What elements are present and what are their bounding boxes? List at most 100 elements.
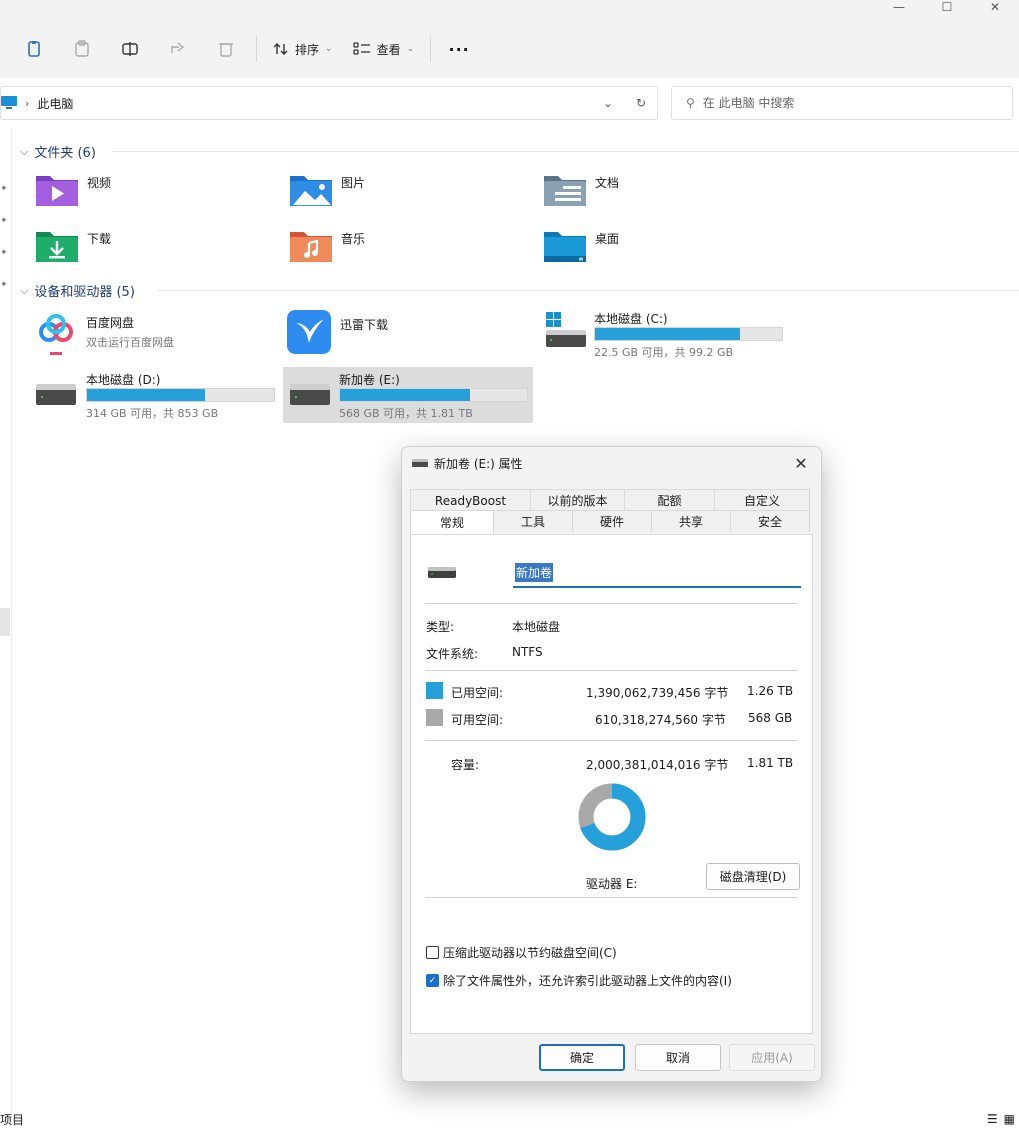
- tab-previous-versions[interactable]: 以前的版本: [530, 489, 625, 511]
- sort-button[interactable]: 排序 ⌄: [263, 33, 343, 65]
- usage-fill: [87, 389, 206, 401]
- index-contents-label: 除了文件属性外，还允许索引此驱动器上文件的内容(I): [443, 974, 732, 988]
- dialog-close-button[interactable]: ✕: [787, 449, 815, 477]
- folder-desktop[interactable]: 桌面: [543, 228, 619, 264]
- share-icon: [171, 42, 185, 53]
- copy-icon: [28, 41, 40, 57]
- breadcrumb[interactable]: 此电脑: [37, 95, 73, 112]
- paste-icon: [75, 40, 89, 57]
- toolbar-divider: [256, 36, 257, 62]
- share-button[interactable]: [154, 33, 202, 65]
- search-input[interactable]: [702, 96, 983, 110]
- copy-button[interactable]: [10, 33, 58, 65]
- properties-dialog: 新加卷 (E:) 属性 ✕ ReadyBoost 以前的版本 配额 自定义 常规…: [401, 446, 822, 1082]
- pin-icon: ✦: [0, 248, 8, 258]
- folder-downloads[interactable]: 下载: [35, 228, 111, 264]
- tab-readyboost[interactable]: ReadyBoost: [410, 489, 531, 511]
- rename-icon: [122, 42, 138, 56]
- used-space-bytes: 1,390,062,739,456 字节: [586, 686, 729, 700]
- pin-icon: ✦: [0, 184, 8, 194]
- drive-baidu-netdisk[interactable]: 百度网盘 双击运行百度网盘: [30, 310, 280, 366]
- tab-quota[interactable]: 配额: [624, 489, 715, 511]
- music-folder-icon: [290, 232, 332, 262]
- drive-d[interactable]: 本地磁盘 (D:) 314 GB 可用，共 853 GB: [30, 367, 280, 423]
- folder-music[interactable]: 音乐: [289, 228, 365, 264]
- tab-tools[interactable]: 工具: [493, 510, 573, 532]
- status-bar: 项目 ☰ ▦: [0, 1108, 1019, 1130]
- filesystem-label: 文件系统:: [426, 647, 479, 661]
- maximize-button[interactable]: ☐: [923, 0, 971, 14]
- minimize-button[interactable]: —: [875, 0, 923, 14]
- delete-button[interactable]: [202, 33, 250, 65]
- pin-icon: ✦: [0, 216, 8, 226]
- address-bar[interactable]: › 此电脑 ⌄ ↻: [0, 86, 658, 120]
- chevron-down-icon: ⌵: [20, 283, 29, 297]
- drive-c[interactable]: 本地磁盘 (C:) 22.5 GB 可用，共 99.2 GB: [538, 306, 788, 362]
- folder-label: 音乐: [341, 232, 366, 246]
- drive-subtitle: 314 GB 可用，共 853 GB: [86, 407, 219, 420]
- volume-name-input[interactable]: 新加卷: [513, 558, 801, 588]
- drive-icon: [36, 384, 76, 405]
- drive-letter-label: 驱动器 E:: [586, 877, 638, 891]
- usage-fill: [340, 389, 470, 401]
- tab-general[interactable]: 常规: [410, 510, 494, 534]
- folder-label: 文档: [595, 176, 620, 190]
- apply-button[interactable]: 应用(A): [729, 1044, 815, 1071]
- navigation-pane: ✦ ✦ ✦ ✦: [0, 128, 12, 1118]
- folder-documents[interactable]: 文档: [543, 172, 619, 208]
- chevron-right-icon: ›: [25, 96, 30, 110]
- tab-customize[interactable]: 自定义: [714, 489, 810, 511]
- pin-icon: ✦: [0, 280, 8, 290]
- free-space-label: 可用空间:: [451, 713, 504, 727]
- capacity-size: 1.81 TB: [747, 756, 794, 770]
- volume-name-text: 新加卷: [515, 562, 554, 582]
- drive-name: 百度网盘: [86, 316, 135, 330]
- tiles-view-icon[interactable]: ▦: [1004, 1112, 1015, 1126]
- rename-button[interactable]: [106, 33, 154, 65]
- tab-hardware[interactable]: 硬件: [572, 510, 652, 532]
- folder-pictures[interactable]: 图片: [289, 172, 365, 208]
- paste-button[interactable]: [58, 33, 106, 65]
- folder-videos[interactable]: 视频: [35, 172, 111, 208]
- chevron-down-icon: ⌵: [20, 144, 29, 158]
- tab-security[interactable]: 安全: [730, 510, 810, 532]
- general-tab-panel: 新加卷 类型: 本地磁盘 文件系统: NTFS 已用空间: 1,390,062,…: [410, 534, 813, 1034]
- folders-section-header[interactable]: ⌵ 文件夹 (6): [20, 142, 96, 162]
- index-contents-checkbox[interactable]: ✓ 除了文件属性外，还允许索引此驱动器上文件的内容(I): [426, 972, 732, 989]
- search-box[interactable]: ⚲: [671, 86, 1013, 120]
- toolbar: 排序 ⌄ 查看 ⌄ ···: [10, 33, 481, 65]
- details-view-icon[interactable]: ☰: [987, 1112, 998, 1126]
- drive-xunlei-download[interactable]: 迅雷下载: [284, 308, 534, 364]
- cancel-button[interactable]: 取消: [635, 1044, 721, 1071]
- type-label: 类型:: [426, 620, 455, 634]
- ok-button[interactable]: 确定: [539, 1044, 625, 1071]
- nav-selected-item[interactable]: [0, 608, 10, 636]
- compress-drive-checkbox[interactable]: 压缩此驱动器以节约磁盘空间(C): [426, 944, 617, 961]
- folder-label: 视频: [87, 176, 112, 190]
- dialog-title-bar: 新加卷 (E:) 属性: [402, 447, 821, 479]
- separator: [425, 603, 798, 604]
- view-button[interactable]: 查看 ⌄: [343, 33, 425, 65]
- window-controls: — ☐ ✕: [875, 0, 1019, 14]
- sort-icon: [273, 43, 288, 55]
- filesystem-value: NTFS: [512, 645, 543, 659]
- folders-section-title: 文件夹 (6): [34, 146, 96, 161]
- checkbox-box[interactable]: ✓: [426, 974, 439, 987]
- close-window-button[interactable]: ✕: [971, 0, 1019, 14]
- history-dropdown-button[interactable]: ⌄: [593, 87, 623, 119]
- checkbox-box[interactable]: [426, 946, 439, 959]
- drive-e[interactable]: 新加卷 (E:) 568 GB 可用，共 1.81 TB: [283, 367, 533, 423]
- chevron-down-icon: ⌄: [602, 96, 614, 110]
- tab-sharing[interactable]: 共享: [651, 510, 731, 532]
- more-options-button[interactable]: ···: [437, 33, 481, 65]
- drives-section-header[interactable]: ⌵ 设备和驱动器 (5): [20, 281, 135, 301]
- disk-cleanup-button[interactable]: 磁盘清理(D): [706, 863, 800, 890]
- drive-name: 新加卷 (E:): [339, 373, 400, 387]
- refresh-button[interactable]: ↻: [626, 87, 656, 119]
- downloads-folder-icon: [36, 232, 78, 262]
- view-switcher: ☰ ▦: [987, 1112, 1015, 1126]
- videos-folder-icon: [36, 176, 78, 206]
- separator: [425, 740, 798, 741]
- folder-label: 桌面: [595, 232, 620, 246]
- usage-donut-chart: [578, 783, 646, 851]
